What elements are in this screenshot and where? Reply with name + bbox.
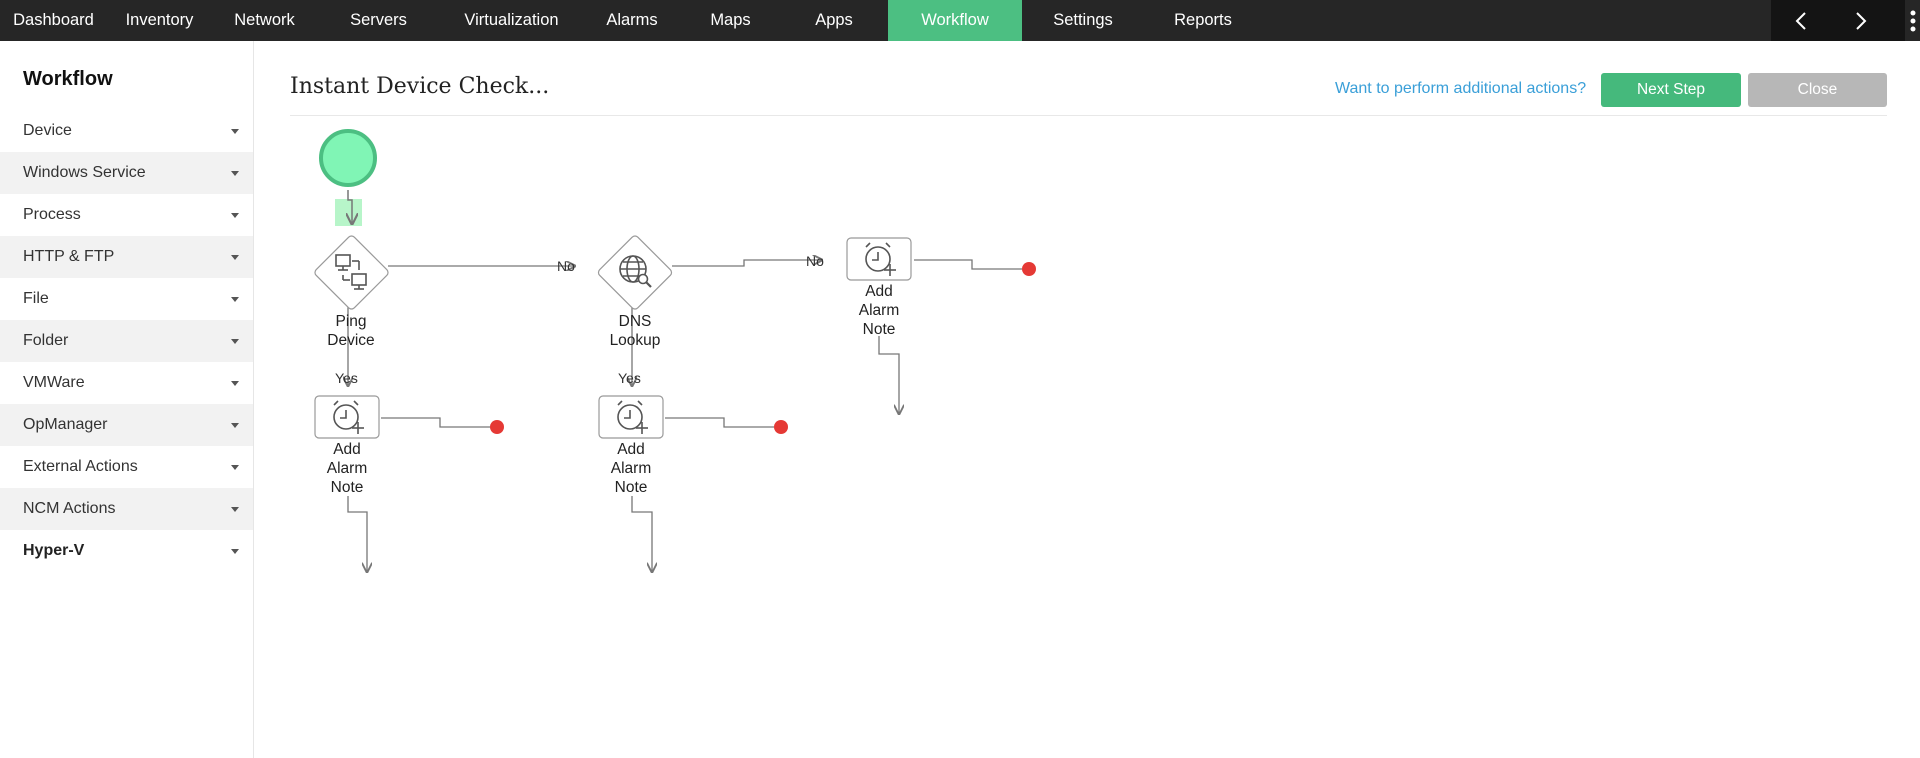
add-alarm-note-label-top: Add Alarm Note [839, 282, 919, 339]
edge-label-dns-no: No [806, 253, 824, 269]
note-top-line3: Note [862, 321, 896, 338]
workflow-diagram [313, 129, 1036, 758]
note-top-line1: Add [865, 283, 893, 300]
end-node-left[interactable] [490, 420, 504, 434]
add-alarm-note-node-top[interactable] [846, 237, 912, 281]
end-node-mid[interactable] [774, 420, 788, 434]
end-node-top[interactable] [1022, 262, 1036, 276]
dns-lookup-node[interactable] [597, 234, 673, 310]
dns-lookup-label: DNS Lookup [595, 312, 675, 350]
note-left-line1: Add [333, 441, 361, 458]
dns-lookup-label-line2: Lookup [609, 332, 661, 349]
edge-dns-no [672, 260, 822, 267]
workflow-canvas: Ping Device DNS Lookup Add Alarm Note Ad… [0, 0, 1920, 758]
edge-label-dns-yes: Yes [618, 370, 641, 386]
note-left-line3: Note [330, 479, 364, 496]
note-left-line2: Alarm [326, 460, 368, 477]
add-alarm-note-node-mid[interactable] [598, 395, 664, 439]
add-alarm-note-label-left: Add Alarm Note [307, 440, 387, 497]
edge-label-ping-no: No [557, 258, 575, 274]
ping-device-label-line1: Ping [335, 313, 367, 330]
start-connector-handle[interactable] [335, 199, 362, 226]
edge-note-top-to-end [914, 259, 1022, 270]
edge-label-ping-yes: Yes [335, 370, 358, 386]
edge-note-mid-down [631, 496, 652, 572]
edge-note-left-down [347, 496, 367, 572]
note-mid-line2: Alarm [610, 460, 652, 477]
add-alarm-note-label-mid: Add Alarm Note [591, 440, 671, 497]
ping-device-label: Ping Device [311, 312, 391, 350]
ping-device-node[interactable] [313, 234, 389, 310]
note-mid-line1: Add [617, 441, 645, 458]
edge-note-top-down [878, 336, 899, 414]
dns-lookup-label-line1: DNS [618, 313, 652, 330]
note-top-line2: Alarm [858, 302, 900, 319]
note-mid-line3: Note [614, 479, 648, 496]
ping-device-label-line2: Device [327, 332, 375, 349]
edge-note-mid-to-end [665, 417, 774, 428]
start-node[interactable] [319, 129, 377, 187]
edge-note-left-to-end [381, 417, 490, 428]
add-alarm-note-node-left[interactable] [314, 395, 380, 439]
